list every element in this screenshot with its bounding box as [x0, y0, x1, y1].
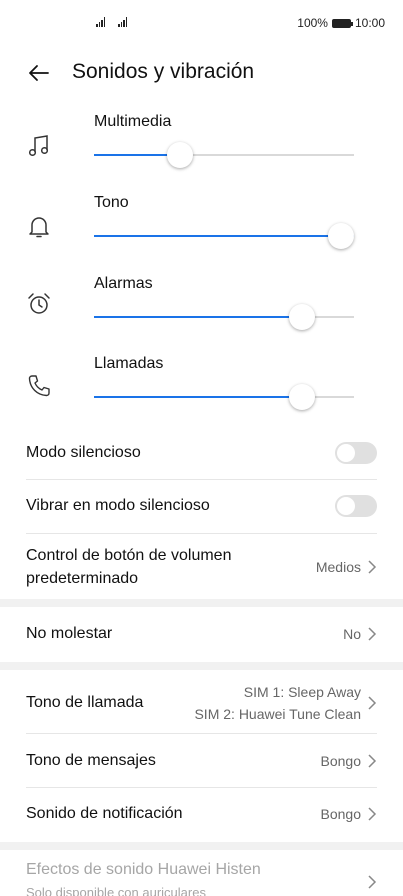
- histen-row[interactable]: Efectos de sonido Huawei Histen Solo dis…: [26, 858, 377, 896]
- slider-fill: [94, 396, 302, 398]
- notification-sound-label: Sonido de notificación: [26, 805, 183, 822]
- alarm-clock-icon: [28, 293, 50, 314]
- do-not-disturb-value: No: [343, 626, 361, 642]
- notification-sound-row[interactable]: Sonido de notificación Bongo: [26, 797, 377, 831]
- do-not-disturb-label: No molestar: [26, 625, 113, 642]
- slider-thumb[interactable]: [289, 384, 315, 410]
- vibrate-silent-row[interactable]: Vibrar en modo silencioso: [26, 489, 377, 523]
- back-arrow-icon[interactable]: [26, 60, 52, 86]
- clock: 10:00: [354, 16, 385, 30]
- do-not-disturb-row[interactable]: No molestar No: [26, 617, 377, 651]
- status-bar: 100% 10:00: [0, 0, 403, 48]
- chevron-right-icon: [368, 754, 377, 768]
- volume-button-row[interactable]: Control de botón de volumen predetermina…: [26, 541, 377, 593]
- divider: [26, 733, 377, 734]
- volume-slider-multimedia[interactable]: [94, 142, 354, 168]
- divider: [26, 479, 377, 480]
- volume-slider-tono[interactable]: [94, 223, 354, 249]
- volume-label: Tono: [94, 194, 129, 211]
- slider-fill: [94, 316, 302, 318]
- volume-label: Multimedia: [94, 113, 172, 130]
- phone-icon: [28, 375, 50, 397]
- page-title: Sonidos y vibración: [72, 60, 255, 83]
- battery-icon: [331, 18, 353, 28]
- slider-fill: [94, 235, 354, 237]
- volume-label: Alarmas: [94, 275, 153, 292]
- bell-icon: [29, 217, 49, 238]
- volume-button-label-line2: predeterminado: [26, 570, 139, 587]
- silent-mode-row[interactable]: Modo silencioso: [26, 436, 377, 470]
- chevron-right-icon: [368, 696, 377, 710]
- ringtone-label: Tono de llamada: [26, 694, 144, 711]
- slider-thumb[interactable]: [166, 142, 193, 168]
- ringtone-row[interactable]: Tono de llamada SIM 1: Sleep Away SIM 2:…: [26, 678, 377, 728]
- volume-slider-llamadas[interactable]: [94, 384, 354, 410]
- volume-row-llamadas: Llamadas: [0, 355, 403, 435]
- app-header: Sonidos y vibración: [0, 56, 403, 90]
- signal-strength-icon-sim2: [118, 17, 128, 27]
- volume-label: Llamadas: [94, 355, 164, 372]
- vibrate-silent-label: Vibrar en modo silencioso: [26, 497, 210, 514]
- histen-subtitle: Solo disponible con auriculares: [26, 885, 206, 896]
- volume-button-label-line1: Control de botón de volumen: [26, 547, 232, 564]
- message-tone-row[interactable]: Tono de mensajes Bongo: [26, 744, 377, 778]
- ringtone-sim1: SIM 1: Sleep Away: [243, 684, 361, 700]
- section-gap: [0, 662, 403, 670]
- volume-button-value: Medios: [315, 559, 361, 575]
- volume-slider-alarmas[interactable]: [94, 304, 354, 330]
- chevron-right-icon: [368, 627, 377, 641]
- chevron-right-icon: [368, 875, 377, 889]
- section-gap: [0, 842, 403, 850]
- chevron-right-icon: [368, 807, 377, 821]
- music-note-icon: [28, 135, 49, 157]
- chevron-right-icon: [368, 560, 377, 574]
- slider-thumb[interactable]: [328, 223, 354, 249]
- divider: [26, 787, 377, 788]
- ringtone-sim2: SIM 2: Huawei Tune Clean: [194, 706, 361, 722]
- message-tone-label: Tono de mensajes: [26, 752, 156, 769]
- notification-sound-value: Bongo: [320, 806, 361, 822]
- volume-row-tono: Tono: [0, 194, 403, 274]
- silent-mode-label: Modo silencioso: [26, 444, 141, 461]
- section-gap: [0, 599, 403, 607]
- message-tone-value: Bongo: [320, 753, 361, 769]
- slider-thumb[interactable]: [289, 304, 315, 330]
- signal-strength-icon: [96, 17, 106, 27]
- histen-label: Efectos de sonido Huawei Histen: [26, 861, 261, 878]
- vibrate-silent-toggle[interactable]: [335, 495, 377, 517]
- silent-mode-toggle[interactable]: [335, 442, 377, 464]
- volume-row-alarmas: Alarmas: [0, 275, 403, 355]
- divider: [26, 533, 377, 534]
- volume-row-multimedia: Multimedia: [0, 113, 403, 193]
- battery-percent: 100%: [297, 16, 328, 30]
